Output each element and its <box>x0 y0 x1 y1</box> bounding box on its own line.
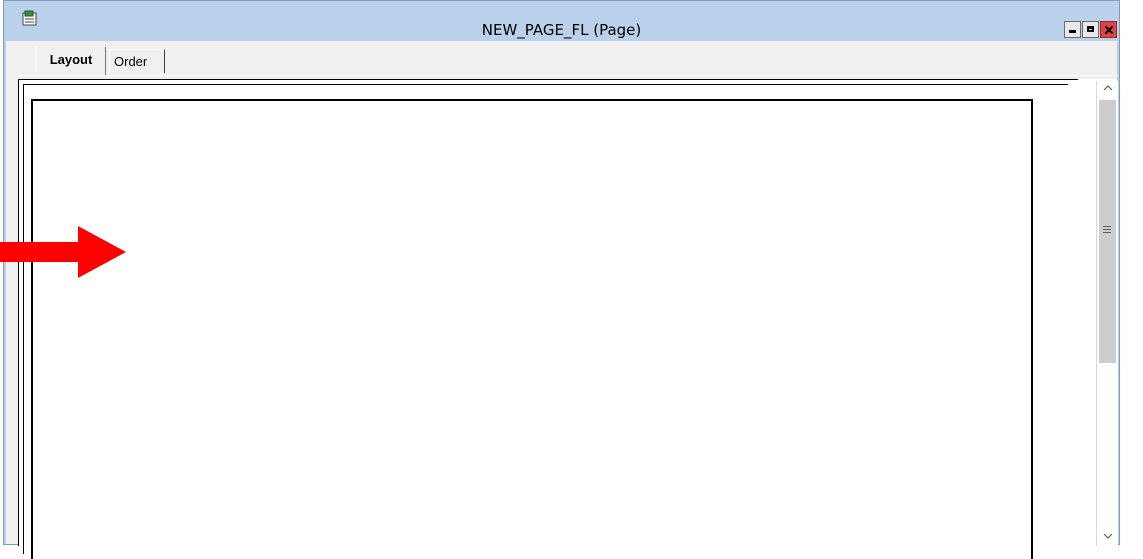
scroll-down-arrow-icon[interactable] <box>1097 529 1118 546</box>
minimize-icon[interactable] <box>1064 21 1081 38</box>
canvas-inner-border <box>23 84 1068 559</box>
tab-layout[interactable]: Layout <box>36 47 106 75</box>
tab-order[interactable]: Order <box>109 49 165 73</box>
vertical-scrollbar[interactable] <box>1078 79 1118 546</box>
red-arrow-icon <box>0 226 126 278</box>
page-boundary <box>31 99 1033 559</box>
window-title: NEW_PAGE_FL (Page) <box>481 21 642 39</box>
scroll-up-arrow-icon[interactable] <box>1097 81 1118 98</box>
maximize-icon[interactable] <box>1082 21 1099 38</box>
scrollbar-thumb[interactable] <box>1099 100 1116 363</box>
scrollbar-track[interactable] <box>1096 81 1118 546</box>
title-bar[interactable]: NEW_PAGE_FL (Page) <box>4 1 1119 39</box>
window-controls <box>1064 21 1117 38</box>
window-client-area: Layout Order <box>6 41 1118 559</box>
page-definition-window: NEW_PAGE_FL (Page) Layout Order <box>3 0 1120 559</box>
grip-icon <box>1103 226 1111 233</box>
close-icon[interactable] <box>1100 21 1117 38</box>
layout-canvas[interactable] <box>18 79 1087 559</box>
